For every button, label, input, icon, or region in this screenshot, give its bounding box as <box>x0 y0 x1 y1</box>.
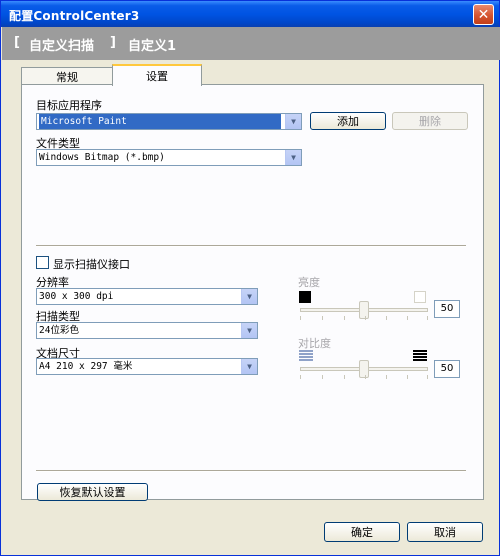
ok-button-label: 确定 <box>351 526 373 539</box>
contrast-tick <box>322 375 323 379</box>
brightness-slider-thumb[interactable] <box>359 301 369 319</box>
header-band: [ 自定义扫描 ] 自定义1 <box>2 27 500 60</box>
restore-defaults-label: 恢复默认设置 <box>59 486 126 499</box>
brightness-tick <box>300 316 301 320</box>
tab-general-label: 常规 <box>56 70 78 84</box>
brightness-tick <box>365 316 366 320</box>
header-bracket-close: ] <box>110 35 116 50</box>
file-type-value: Windows Bitmap (*.bmp) <box>39 152 165 163</box>
scan-type-select[interactable]: 24位彩色 ▼ <box>36 322 258 339</box>
divider <box>36 470 466 472</box>
light-square-icon <box>414 291 426 303</box>
resolution-value: 300 x 300 dpi <box>39 291 114 302</box>
show-scanner-ui-checkbox[interactable] <box>36 256 49 269</box>
brightness-tick <box>427 316 428 320</box>
header-profile-name: 自定义1 <box>128 39 177 54</box>
delete-button[interactable]: 删除 <box>392 112 468 130</box>
delete-button-label: 删除 <box>419 115 441 128</box>
close-icon: ✕ <box>477 6 490 23</box>
brightness-tick <box>407 316 408 320</box>
contrast-tick <box>300 375 301 379</box>
scan-type-value: 24位彩色 <box>39 325 79 336</box>
brightness-tick <box>344 316 345 320</box>
resolution-select[interactable]: 300 x 300 dpi ▼ <box>36 288 258 305</box>
doc-size-select[interactable]: A4 210 x 297 毫米 ▼ <box>36 358 258 375</box>
chevron-down-icon: ▼ <box>241 323 257 338</box>
dark-square-icon <box>299 291 311 303</box>
config-window: 配置ControlCenter3 ✕ [ 自定义扫描 ] 自定义1 常规 设置 … <box>0 0 500 556</box>
tab-settings[interactable]: 设置 <box>112 64 202 86</box>
target-app-value: Microsoft Paint <box>39 114 281 129</box>
settings-panel: 目标应用程序 Microsoft Paint ▼ 添加 删除 文件类型 Wind… <box>21 84 484 501</box>
contrast-tick <box>427 375 428 379</box>
show-scanner-ui-label: 显示扫描仪接口 <box>53 258 130 271</box>
title-bar[interactable]: 配置ControlCenter3 ✕ <box>1 1 499 27</box>
ok-button[interactable]: 确定 <box>324 522 400 542</box>
brightness-tick <box>322 316 323 320</box>
file-type-select[interactable]: Windows Bitmap (*.bmp) ▼ <box>36 149 302 166</box>
contrast-label: 对比度 <box>298 337 331 350</box>
contrast-tick <box>365 375 366 379</box>
chevron-down-icon: ▼ <box>241 289 257 304</box>
contrast-tick <box>407 375 408 379</box>
tab-settings-label: 设置 <box>146 70 168 83</box>
contrast-value[interactable]: 50 <box>434 360 460 378</box>
chevron-down-icon: ▼ <box>285 150 301 165</box>
brightness-value[interactable]: 50 <box>434 300 460 318</box>
close-button[interactable]: ✕ <box>473 4 494 25</box>
doc-size-value: A4 210 x 297 毫米 <box>39 361 133 372</box>
add-button-label: 添加 <box>337 115 359 128</box>
divider <box>36 245 466 247</box>
contrast-tick <box>386 375 387 379</box>
brightness-label: 亮度 <box>298 276 320 289</box>
brightness-tick <box>386 316 387 320</box>
add-button[interactable]: 添加 <box>310 112 386 130</box>
chevron-down-icon: ▼ <box>285 114 301 129</box>
contrast-tick <box>344 375 345 379</box>
contrast-slider-thumb[interactable] <box>359 360 369 378</box>
window-title: 配置ControlCenter3 <box>9 9 140 23</box>
target-app-select[interactable]: Microsoft Paint ▼ <box>36 113 302 130</box>
header-bracket-open: [ <box>14 35 20 50</box>
chevron-down-icon: ▼ <box>241 359 257 374</box>
tab-general[interactable]: 常规 <box>21 67 113 85</box>
header-section-title: 自定义扫描 <box>29 39 95 54</box>
high-contrast-icon <box>413 350 427 362</box>
cancel-button-label: 取消 <box>434 526 456 539</box>
low-contrast-icon <box>299 350 313 362</box>
restore-defaults-button[interactable]: 恢复默认设置 <box>37 483 148 501</box>
cancel-button[interactable]: 取消 <box>407 522 483 542</box>
target-app-label: 目标应用程序 <box>36 99 102 112</box>
